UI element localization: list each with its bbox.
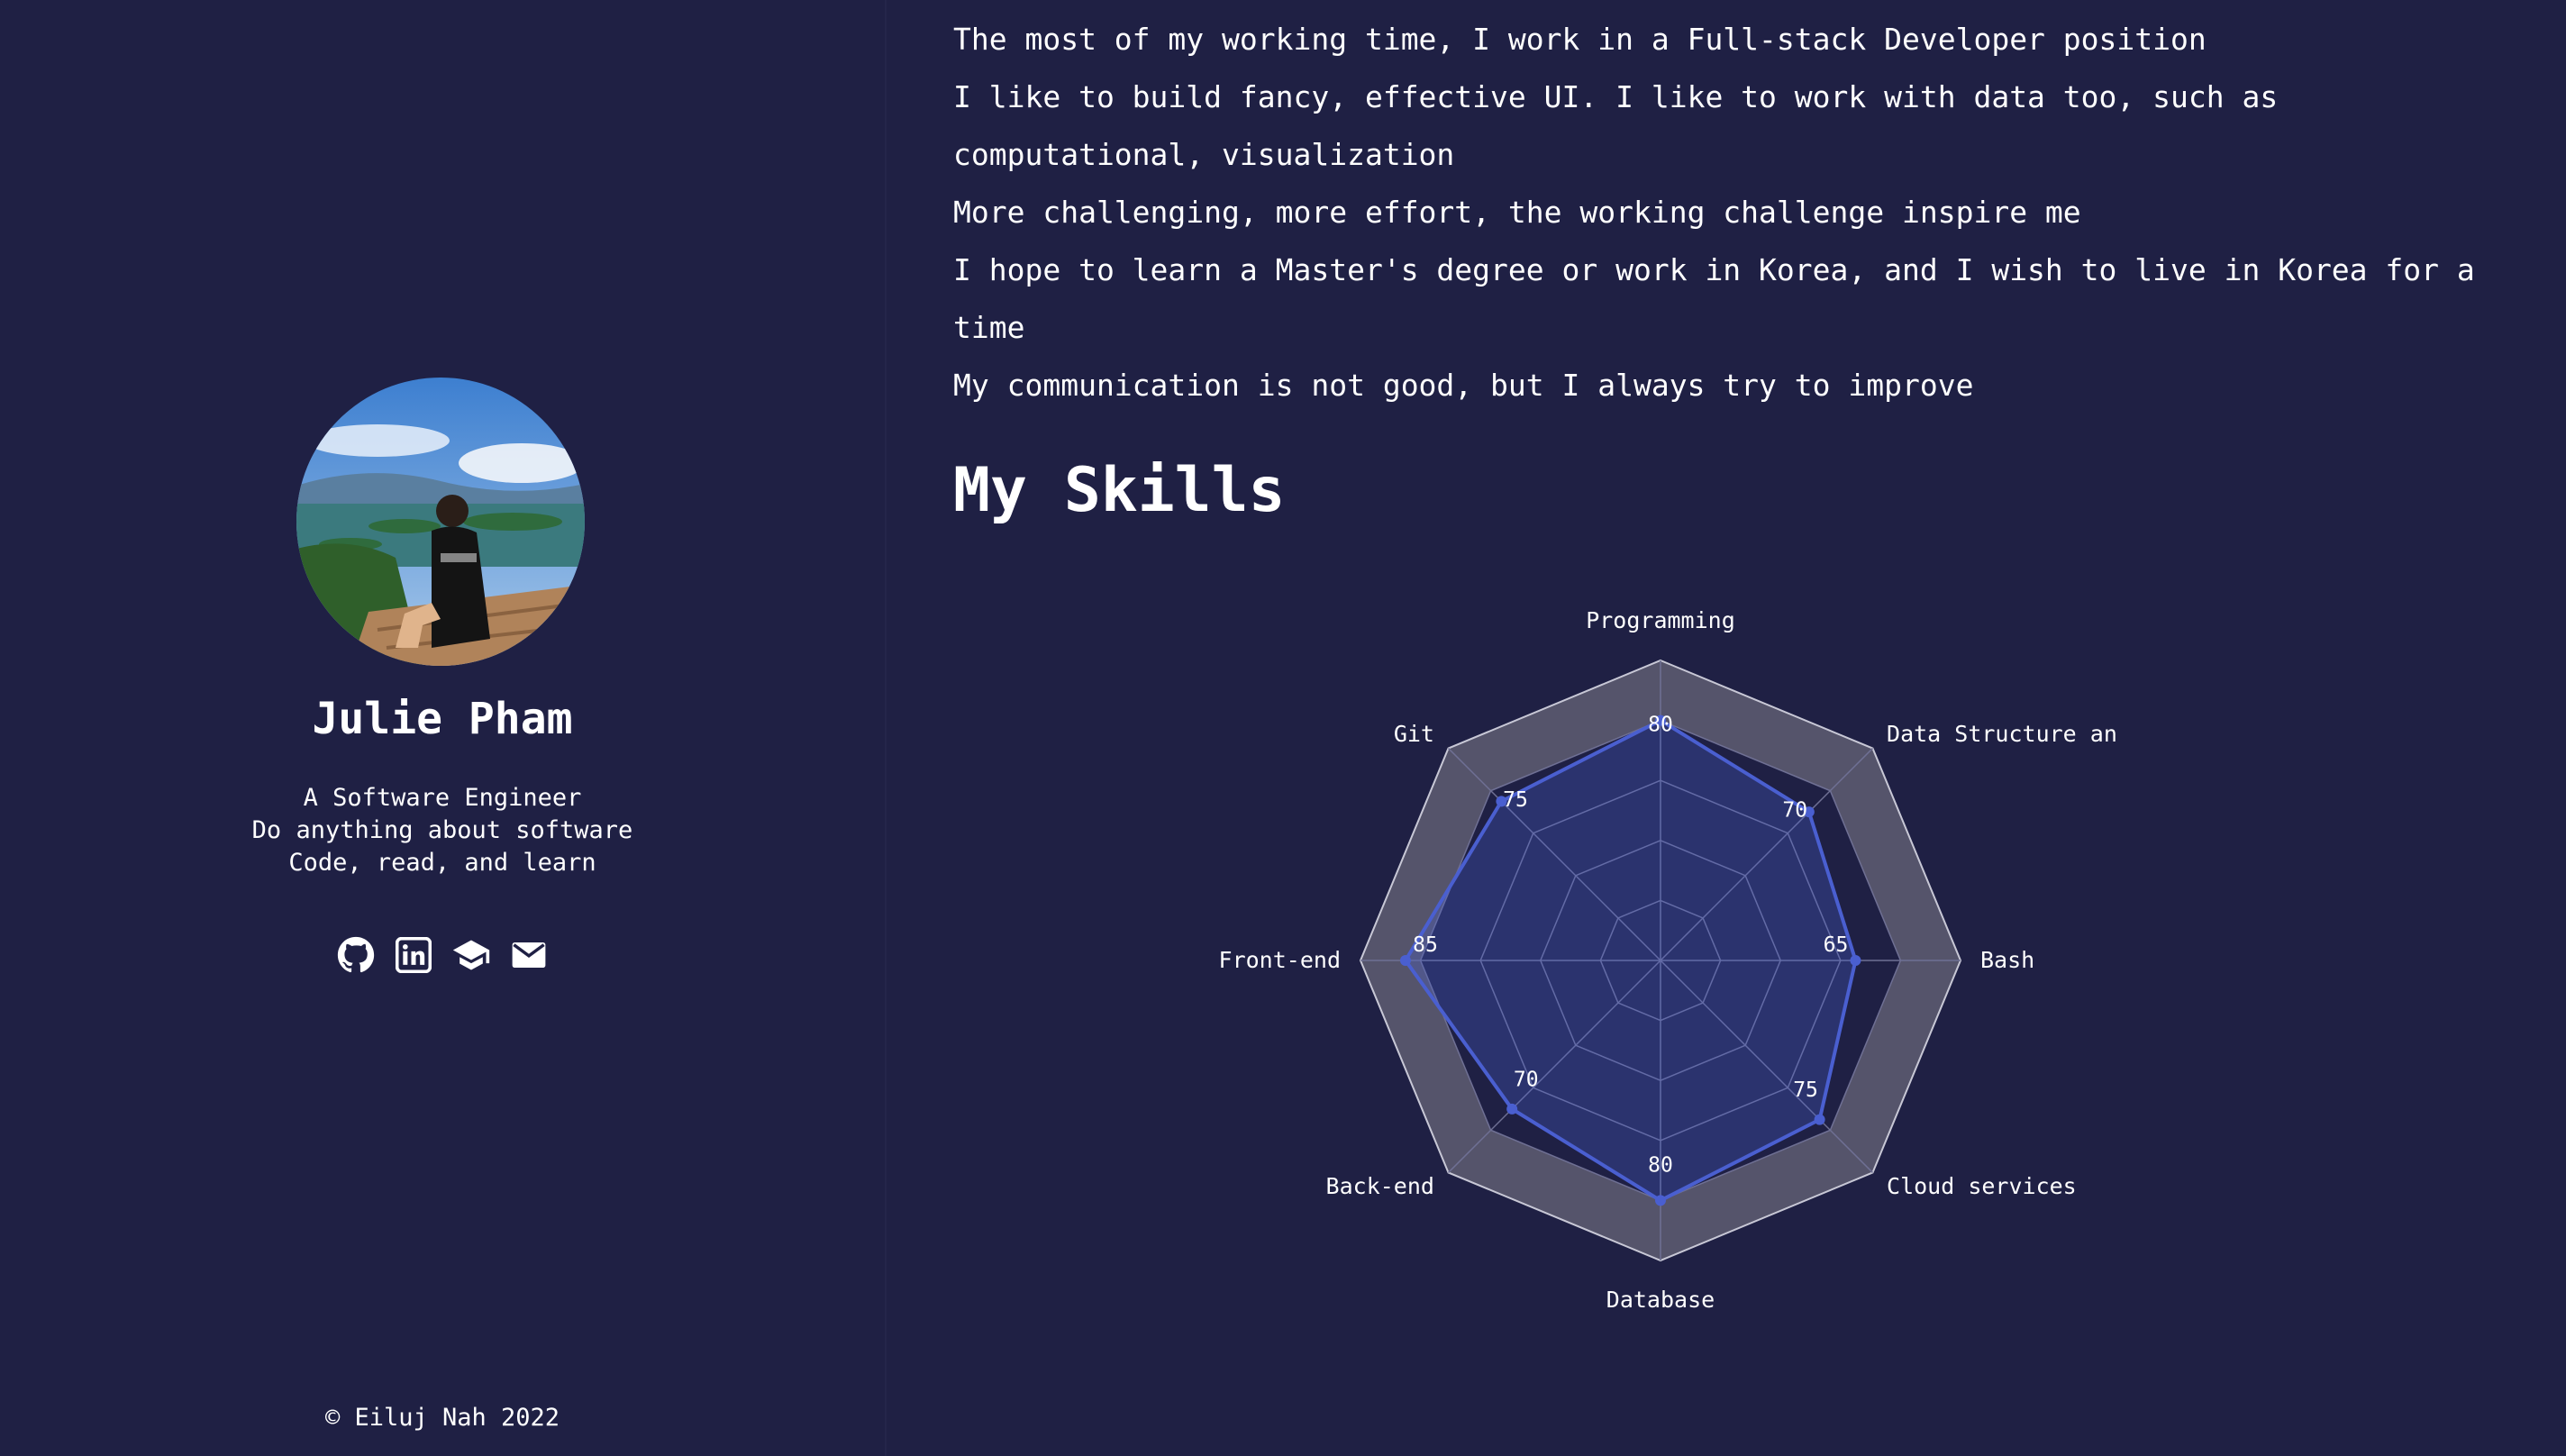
email-icon[interactable] — [509, 935, 549, 975]
radar-axis-label: Git — [1394, 721, 1434, 747]
linkedin-icon[interactable] — [394, 935, 433, 975]
about-line: More challenging, more effort, the worki… — [953, 195, 2081, 230]
radar-point — [1850, 955, 1861, 966]
social-links — [0, 935, 885, 975]
radar-value-label: 85 — [1413, 933, 1438, 957]
main-content: The most of my working time, I work in a… — [953, 0, 2539, 1456]
profile-tagline: A Software Engineer Do anything about so… — [0, 782, 885, 879]
about-line: I like to build fancy, effective UI. I l… — [953, 79, 2279, 172]
avatar — [296, 378, 585, 666]
avatar-photo — [296, 378, 585, 666]
profile-sidebar: Julie Pham A Software Engineer Do anythi… — [0, 0, 887, 1456]
about-line: My communication is not good, but I alwa… — [953, 368, 1974, 403]
radar-point — [1506, 1103, 1518, 1115]
radar-value-label: 70 — [1782, 799, 1807, 823]
radar-value-label: 75 — [1793, 1078, 1818, 1102]
about-line: I hope to learn a Master's degree or wor… — [953, 252, 2475, 345]
about-line: The most of my working time, I work in a… — [953, 22, 2207, 57]
about-section: The most of my working time, I work in a… — [953, 11, 2521, 414]
tagline-line: Do anything about software — [251, 816, 633, 844]
radar-axis-label: Cloud services — [1887, 1173, 2077, 1199]
radar-value-label: 80 — [1648, 1153, 1673, 1177]
skills-title: My Skills — [953, 455, 1286, 526]
profile-name: Julie Pham — [312, 694, 573, 744]
github-icon[interactable] — [336, 935, 376, 975]
tagline-line: A Software Engineer — [303, 784, 582, 812]
radar-axis-label: Bash — [1980, 947, 2034, 973]
footer-copyright: © Eiluj Nah 2022 — [324, 1404, 560, 1432]
skills-radar-chart: 80 70 65 75 80 70 85 75 Programming Data Structur… — [1219, 607, 2116, 1313]
radar-value-label: 80 — [1648, 714, 1673, 737]
radar-value-label: 70 — [1514, 1068, 1539, 1091]
radar-axis-label: Data Structure and Algorithm — [1887, 721, 2116, 747]
radar-point — [1399, 955, 1411, 966]
radar-axis-label: Front-end — [1219, 947, 1341, 973]
graduation-cap-icon[interactable] — [451, 935, 491, 975]
radar-value-label: 65 — [1824, 933, 1849, 957]
radar-axis-label: Programming — [1586, 607, 1735, 633]
tagline-line: Code, read, and learn — [288, 849, 596, 877]
radar-axis-label: Back-end — [1326, 1173, 1434, 1199]
radar-value-label: 75 — [1503, 788, 1528, 812]
radar-point — [1655, 1195, 1666, 1206]
radar-point — [1814, 1114, 1825, 1125]
radar-axis-label: Database — [1606, 1287, 1715, 1313]
